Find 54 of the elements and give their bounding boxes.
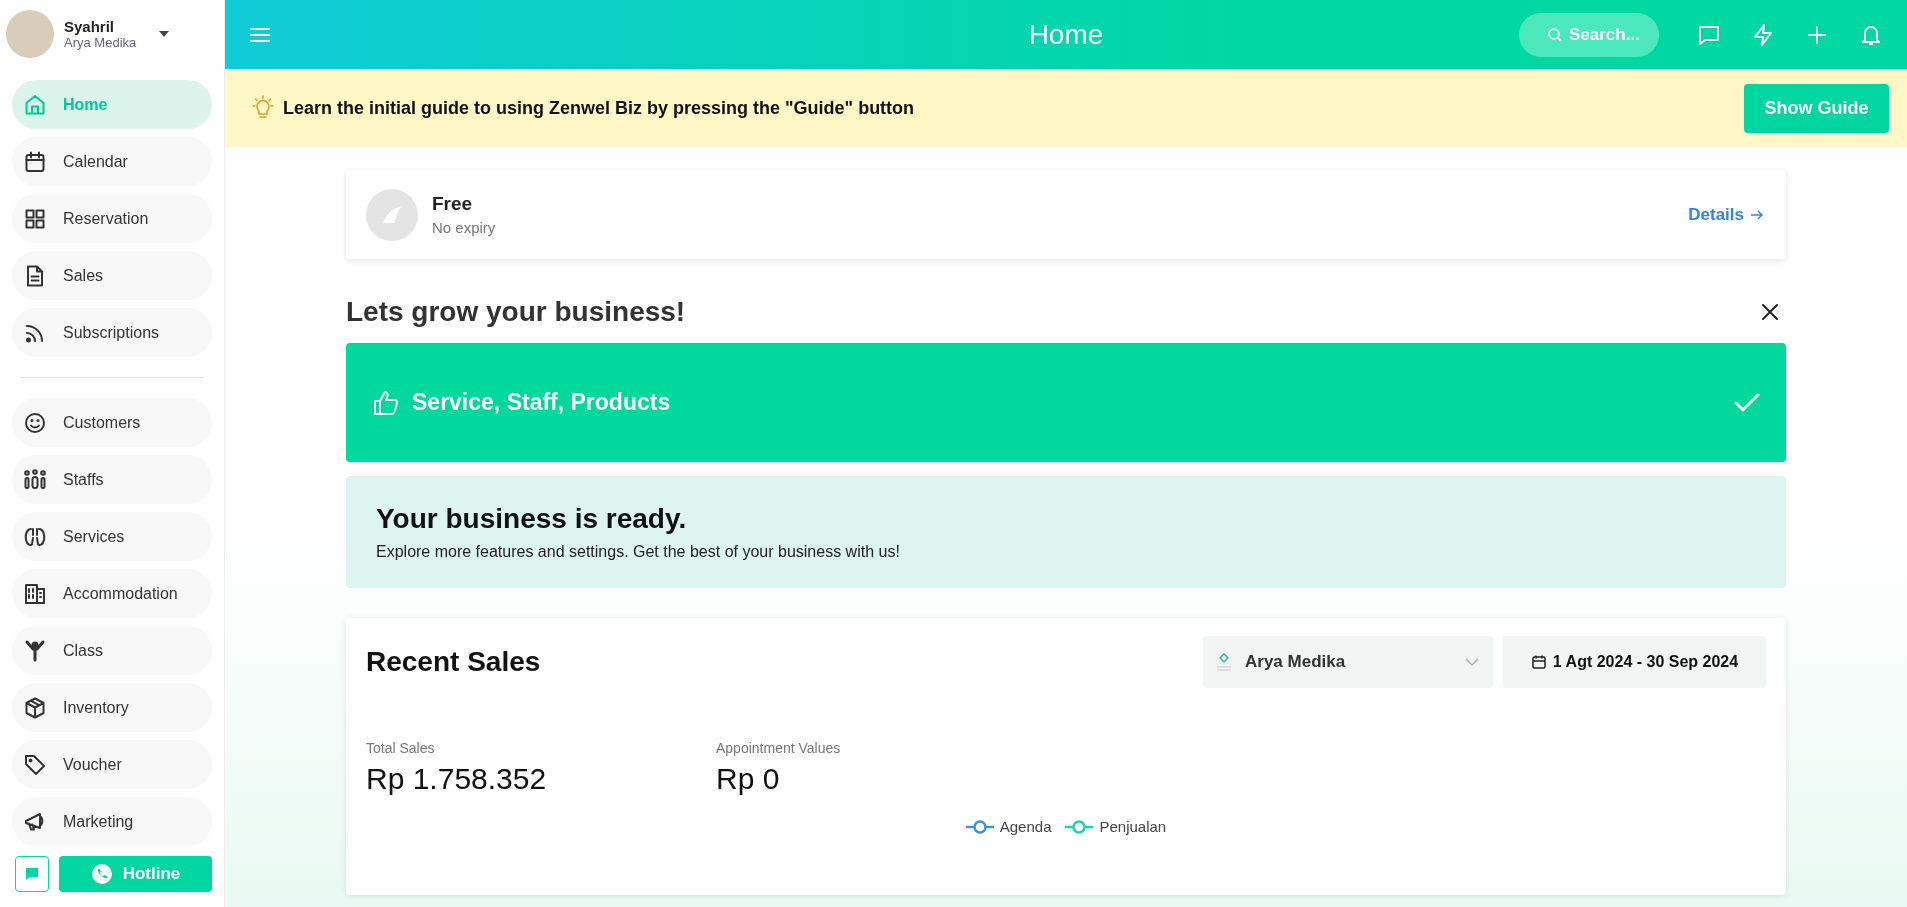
section-heading: Lets grow your business! — [346, 296, 686, 328]
phone-icon — [90, 863, 113, 885]
guide-text: Learn the initial guide to using Zenwel Biz by pressing the "Guide" button — [283, 97, 915, 119]
business-name: Arya Medika — [64, 35, 137, 50]
plan-name: Free — [432, 193, 474, 215]
stat-value: Rp 1.758.352 — [366, 762, 548, 796]
sidebar-item[interactable]: Subscriptions — [12, 308, 212, 357]
plan-logo-icon — [366, 188, 418, 241]
sidebar-item[interactable]: Calendar — [12, 137, 212, 186]
search-icon — [1547, 26, 1563, 43]
page-title: Home — [1028, 18, 1104, 51]
people-icon — [23, 467, 47, 492]
sidebar-item[interactable]: Reservation — [12, 194, 212, 243]
sidebar-item[interactable]: Staffs — [12, 455, 212, 504]
building-icon — [23, 581, 47, 606]
legend-label: Agenda — [999, 818, 1052, 835]
sidebar-item[interactable]: Class — [12, 626, 212, 675]
stat-label: Appointment Values — [716, 740, 842, 756]
menu-icon[interactable] — [249, 25, 271, 44]
user-name: Syahril — [64, 18, 116, 35]
date-range-button[interactable]: 1 Agt 2024 - 30 Sep 2024 — [1503, 636, 1766, 688]
smiley-icon — [23, 410, 47, 435]
sidebar-item[interactable]: Sales — [12, 251, 212, 300]
lightning-icon[interactable] — [1751, 22, 1775, 47]
sidebar-item[interactable]: Accommodation — [12, 569, 212, 618]
person-icon — [23, 638, 47, 663]
ready-text: Explore more features and settings. Get the best of your business with us! — [376, 543, 901, 561]
legend-label: Penjualan — [1099, 818, 1167, 835]
sidebar-item[interactable]: Marketing — [12, 797, 212, 846]
stat-label: Total Sales — [366, 740, 436, 756]
card-title: Recent Sales — [366, 646, 541, 678]
details-link[interactable]: Details — [1688, 204, 1764, 225]
calendar-icon — [23, 149, 47, 174]
caret-icon[interactable] — [158, 30, 171, 38]
tag-icon — [23, 752, 47, 777]
calendar-icon — [1530, 654, 1547, 670]
sidebar-item[interactable]: Inventory — [12, 683, 212, 732]
ready-title: Your business is ready. — [376, 503, 688, 535]
arrow-right-icon — [1750, 208, 1764, 221]
chat-bubble-icon — [24, 866, 40, 882]
outlet-dropdown[interactable]: Arya Medika — [1203, 636, 1493, 688]
avatar — [6, 10, 54, 58]
sidebar-item[interactable]: Voucher — [12, 740, 212, 789]
stat-value: Rp 0 — [716, 762, 781, 796]
thumbs-up-icon — [372, 388, 400, 417]
sidebar-item[interactable]: Customers — [12, 398, 212, 447]
search-field[interactable]: Search... — [1519, 12, 1659, 57]
chevron-down-icon — [1465, 658, 1479, 666]
box-icon — [23, 695, 47, 720]
plan-expiry: No expiry — [432, 219, 496, 236]
close-icon[interactable] — [1760, 302, 1780, 322]
chat-button[interactable] — [15, 856, 49, 892]
sidebar-item[interactable]: Services — [12, 512, 212, 561]
home-icon — [23, 92, 47, 117]
